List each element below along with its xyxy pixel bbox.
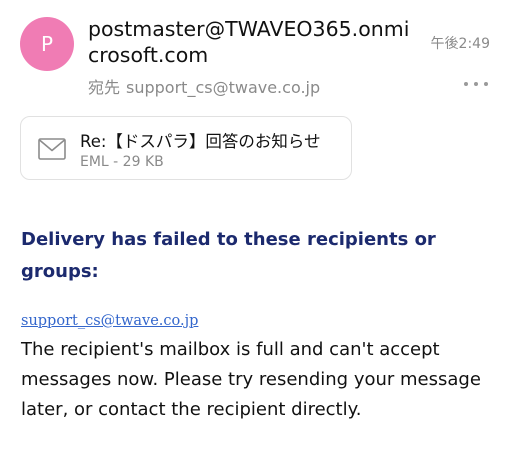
recipient-line[interactable]: 宛先 support_cs@twave.co.jp (88, 74, 320, 98)
avatar-letter: P (40, 32, 54, 56)
to-label: 宛先 (88, 78, 121, 97)
more-options-icon[interactable] (464, 76, 488, 92)
received-time: 午後2:49 (430, 36, 490, 52)
attachment-meta: EML - 29 KB (80, 154, 164, 170)
envelope-icon (38, 138, 66, 160)
more-dot (474, 82, 478, 86)
to-address: support_cs@twave.co.jp (126, 78, 321, 97)
sender-address[interactable]: postmaster@TWAVEO365.onmicrosoft.com (88, 16, 410, 68)
attachment-name: Re:【ドスパラ】回答のお知らせ (80, 132, 321, 151)
delivery-failed-heading: Delivery has failed to these recipients … (21, 229, 436, 282)
failure-message: The recipient's mailbox is full and can'… (21, 339, 481, 420)
more-dot (484, 82, 488, 86)
attachment-card[interactable]: Re:【ドスパラ】回答のお知らせ EML - 29 KB (20, 116, 352, 180)
more-dot (464, 82, 468, 86)
recipient-link[interactable]: support_cs@twave.co.jp (21, 313, 198, 329)
sender-avatar[interactable]: P (20, 17, 74, 71)
